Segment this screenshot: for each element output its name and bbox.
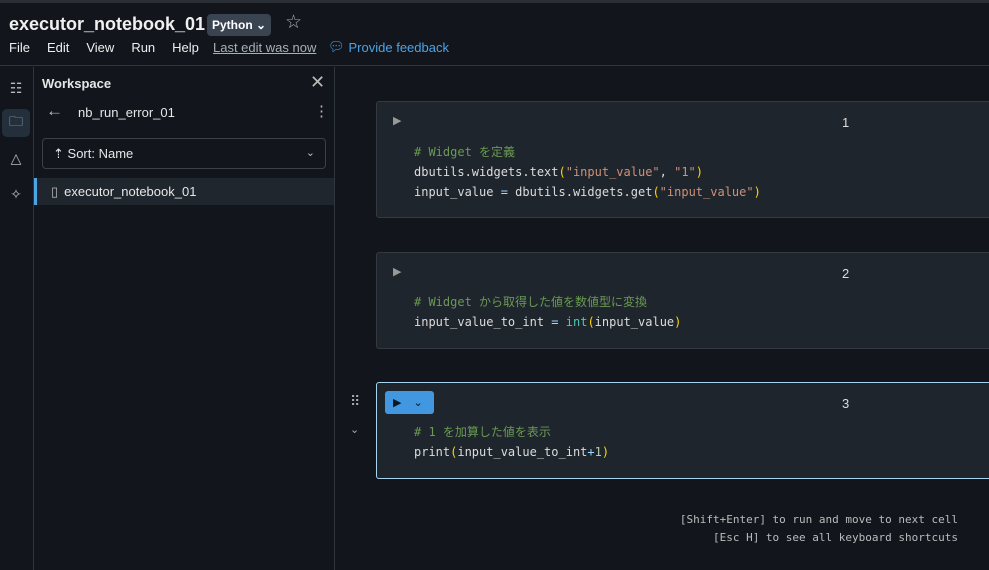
code-token: input_value	[594, 315, 675, 329]
code-token: +	[587, 445, 595, 459]
code-line: print(input_value_to_int+1)	[414, 442, 609, 462]
run-cell-icon[interactable]: ▶	[393, 114, 401, 127]
notebook-header: executor_notebook_01 Python ⌄ ☆ File Edi…	[0, 3, 989, 66]
code-token: (	[558, 165, 566, 179]
code-line: # Widget を定義	[414, 142, 761, 162]
code-token: int	[565, 315, 588, 329]
current-folder: nb_run_error_01	[78, 105, 175, 120]
provide-feedback-link[interactable]: 💬︎ Provide feedback	[328, 39, 449, 55]
menu-edit[interactable]: Edit	[47, 40, 69, 55]
back-arrow-icon[interactable]: ←	[46, 101, 63, 121]
sidebar-title: Workspace	[42, 76, 112, 91]
code-token: "1"	[674, 165, 696, 179]
cell-number: 3	[842, 396, 850, 411]
code-token: dbutils.widgets.text	[414, 165, 559, 179]
code-token: )	[753, 185, 761, 199]
code-token: "input_value"	[659, 185, 754, 199]
more-options-icon[interactable]: ⋮	[314, 102, 329, 120]
chat-bubble-icon: 💬︎	[328, 39, 345, 54]
workspace-sidebar: Workspace ✕ ← nb_run_error_01 ⋮ ⇡ Sort: …	[34, 67, 335, 570]
drag-handle-icon[interactable]: ⠿	[350, 393, 360, 410]
chevron-down-icon: ⌄	[305, 147, 315, 159]
table-of-contents-icon[interactable]: ☷	[2, 74, 30, 102]
notebook-icon: ▯	[51, 184, 59, 199]
menu-file[interactable]: File	[9, 40, 30, 55]
code-token: 1	[594, 445, 602, 459]
code-token: =	[500, 185, 508, 199]
run-cell-button[interactable]: ▶ ⌄	[385, 391, 434, 414]
file-item[interactable]: ▯ executor_notebook_01	[34, 178, 334, 205]
code-token: # Widget から取得した値を数値型に変換	[414, 295, 648, 309]
last-edit-link[interactable]: Last edit was now	[213, 40, 316, 55]
code-line: input_value_to_int = int(input_value)	[414, 312, 681, 332]
sort-icon: ⇡	[53, 146, 64, 161]
code-token: input_value_to_int	[414, 315, 552, 329]
code-line: # Widget から取得した値を数値型に変換	[414, 292, 681, 312]
cell-number: 1	[842, 115, 850, 130]
code-cell[interactable]: ▶ 1 # Widget を定義 dbutils.widgets.text("in…	[376, 101, 989, 218]
menu-bar: File Edit View Run Help	[9, 40, 216, 55]
cell-code[interactable]: # Widget から取得した値を数値型に変換 input_value_to_in…	[414, 292, 681, 332]
collapse-chevron-icon[interactable]: ⌄	[350, 423, 359, 436]
code-token: )	[601, 445, 610, 459]
chevron-down-icon: ⌄	[413, 397, 423, 409]
run-cell-icon[interactable]: ▶	[393, 265, 401, 278]
code-token: )	[695, 165, 704, 179]
sort-dropdown[interactable]: ⇡ Sort: Name ⌄	[42, 138, 326, 169]
menu-help[interactable]: Help	[172, 40, 199, 55]
shapes-icon[interactable]: △	[2, 144, 30, 172]
sort-label: Sort: Name	[67, 146, 134, 161]
menu-view[interactable]: View	[86, 40, 114, 55]
file-name: executor_notebook_01	[64, 184, 197, 199]
cell-code[interactable]: # Widget を定義 dbutils.widgets.text("input_…	[414, 142, 761, 202]
code-token: print	[414, 445, 451, 459]
code-token: # 1 を加算した値を表示	[414, 425, 551, 439]
code-token: # Widget を定義	[414, 145, 516, 159]
play-icon: ▶	[393, 397, 402, 409]
code-token: (	[587, 315, 595, 329]
code-token: "input_value"	[565, 165, 660, 179]
shortcut-hint: [Esc H] to see all keyboard shortcuts	[712, 531, 958, 544]
shortcut-hint: [Shift+Enter] to run and move to next ce…	[679, 513, 958, 526]
code-line: input_value = dbutils.widgets.get("input…	[414, 182, 761, 202]
assistant-sparkle-icon[interactable]: ✧	[2, 180, 30, 208]
left-icon-rail: ☷ 🗀︎ △ ✧	[0, 67, 34, 570]
code-token: =	[551, 315, 559, 329]
cell-code[interactable]: # 1 を加算した値を表示 print(input_value_to_int+1)	[414, 422, 609, 462]
code-line: dbutils.widgets.text("input_value", "1")	[414, 162, 761, 182]
code-token: (	[652, 185, 660, 199]
code-token: ,	[659, 165, 675, 179]
close-icon[interactable]: ✕	[310, 72, 325, 93]
cell-number: 2	[842, 266, 850, 281]
language-selector[interactable]: Python ⌄	[207, 14, 272, 36]
star-icon[interactable]: ☆	[285, 11, 302, 34]
code-token: input_value_to_int	[457, 445, 588, 459]
feedback-label: Provide feedback	[348, 39, 449, 55]
menu-run[interactable]: Run	[131, 40, 155, 55]
folder-icon[interactable]: 🗀︎	[2, 109, 30, 137]
language-label: Python	[212, 18, 253, 32]
code-cell-selected[interactable]: ▶ ⌄ 3 # 1 を加算した値を表示 print(input_value_to_i…	[376, 382, 989, 479]
chevron-down-icon: ⌄	[256, 18, 267, 32]
code-cell[interactable]: ▶ 2 # Widget から取得した値を数値型に変換 input_value_t…	[376, 252, 989, 349]
code-token: input_value	[414, 185, 501, 199]
code-token: dbutils.widgets.get	[507, 185, 653, 199]
notebook-title[interactable]: executor_notebook_01	[9, 14, 205, 35]
code-line: # 1 を加算した値を表示	[414, 422, 609, 442]
code-token: )	[674, 315, 682, 329]
